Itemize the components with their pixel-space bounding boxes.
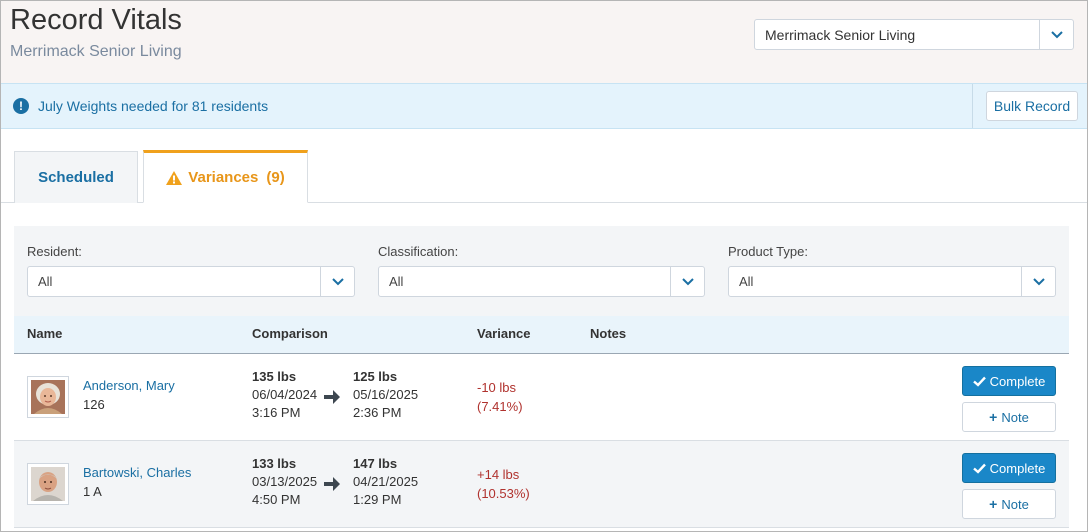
current-weight-value: 125 lbs [353,369,398,384]
warning-triangle-icon [166,170,183,185]
resident-avatar [27,376,69,418]
resident-room: 1 A [83,484,102,499]
table-row: Bartowski, Charles 1 A 133 lbs 03/13/202… [14,441,1069,528]
current-weight-date: 04/21/2025 [353,474,419,489]
checkmark-icon [972,376,986,387]
page-header: Record Vitals Merrimack Senior Living Me… [1,1,1087,83]
previous-weight-time: 3:16 PM [252,405,301,420]
previous-weight-time: 4:50 PM [252,492,301,507]
variance-value: +14 lbs (10.53%) [477,465,530,503]
note-button-label: Note [1001,496,1029,512]
resident-avatar [27,463,69,505]
filter-panel: Resident: All Classification: All Produc… [14,226,1069,316]
current-weight-date: 05/16/2025 [353,387,419,402]
classification-filter-value: All [389,274,404,289]
tab-scheduled[interactable]: Scheduled [14,151,138,203]
complete-button[interactable]: Complete [962,453,1056,483]
variance-percent: (7.41%) [477,399,523,414]
tab-scheduled-label: Scheduled [38,169,114,186]
resident-filter-value: All [38,274,53,289]
classification-filter-label: Classification: [378,244,459,259]
table-header: Name Comparison Variance Notes [14,316,1069,354]
previous-weight-value: 133 lbs [252,456,297,471]
plus-icon: + [989,496,998,512]
column-header-name: Name [27,326,63,341]
variance-amount: +14 lbs [477,467,520,482]
arrow-right-icon [323,388,341,406]
table-row: Anderson, Mary 126 135 lbs 06/04/2024 3:… [14,354,1069,441]
complete-button[interactable]: Complete [962,366,1056,396]
resident-name-link[interactable]: Bartowski, Charles [83,465,191,480]
previous-weight-date: 06/04/2024 [252,387,318,402]
facility-select-value: Merrimack Senior Living [765,27,916,43]
classification-filter-select[interactable]: All [378,266,705,297]
previous-weight-value: 135 lbs [252,369,297,384]
resident-name-link[interactable]: Anderson, Mary [83,378,175,393]
alert-text: July Weights needed for 81 residents [38,98,269,114]
current-weight: 125 lbs 05/16/2025 2:36 PM [353,368,418,422]
variance-percent: (10.53%) [477,486,530,501]
facility-select[interactable]: Merrimack Senior Living [754,19,1074,50]
bulk-record-button[interactable]: Bulk Record [986,91,1078,121]
resident-filter-select[interactable]: All [27,266,355,297]
add-note-button[interactable]: + Note [962,402,1056,432]
resident-filter-label: Resident: [27,244,82,259]
column-header-comparison: Comparison [252,326,328,341]
alert-divider [972,84,973,128]
facility-subtitle: Merrimack Senior Living [10,43,182,60]
weights-needed-alert: ! July Weights needed for 81 residents B… [1,83,1087,129]
note-button-label: Note [1001,409,1029,425]
complete-button-label: Complete [989,373,1046,389]
current-weight-value: 147 lbs [353,456,398,471]
arrow-right-icon [323,475,341,493]
app-window: Record Vitals Merrimack Senior Living Me… [0,0,1088,532]
tab-variances-label: Variances [188,169,259,186]
current-weight-time: 1:29 PM [353,492,402,507]
chevron-down-icon[interactable] [1021,267,1055,296]
column-header-notes: Notes [590,326,627,341]
variance-value: -10 lbs (7.41%) [477,378,523,416]
chevron-down-icon[interactable] [1039,20,1073,49]
chevron-down-icon[interactable] [320,267,354,296]
checkmark-icon [972,463,986,474]
previous-weight-date: 03/13/2025 [252,474,318,489]
complete-button-label: Complete [989,460,1046,476]
variance-amount: -10 lbs [477,380,517,395]
previous-weight: 133 lbs 03/13/2025 4:50 PM [252,455,317,509]
tab-variances[interactable]: Variances (9) [143,150,308,203]
page-title: Record Vitals [10,4,182,36]
exclamation-circle-icon: ! [13,98,29,114]
plus-icon: + [989,409,998,425]
current-weight: 147 lbs 04/21/2025 1:29 PM [353,455,418,509]
product-type-filter-label: Product Type: [728,244,808,259]
product-type-filter-select[interactable]: All [728,266,1056,297]
resident-room: 126 [83,397,105,412]
chevron-down-icon[interactable] [670,267,704,296]
tab-variances-count: (9) [266,169,285,186]
add-note-button[interactable]: + Note [962,489,1056,519]
current-weight-time: 2:36 PM [353,405,402,420]
previous-weight: 135 lbs 06/04/2024 3:16 PM [252,368,317,422]
product-type-filter-value: All [739,274,754,289]
column-header-variance: Variance [477,326,531,341]
